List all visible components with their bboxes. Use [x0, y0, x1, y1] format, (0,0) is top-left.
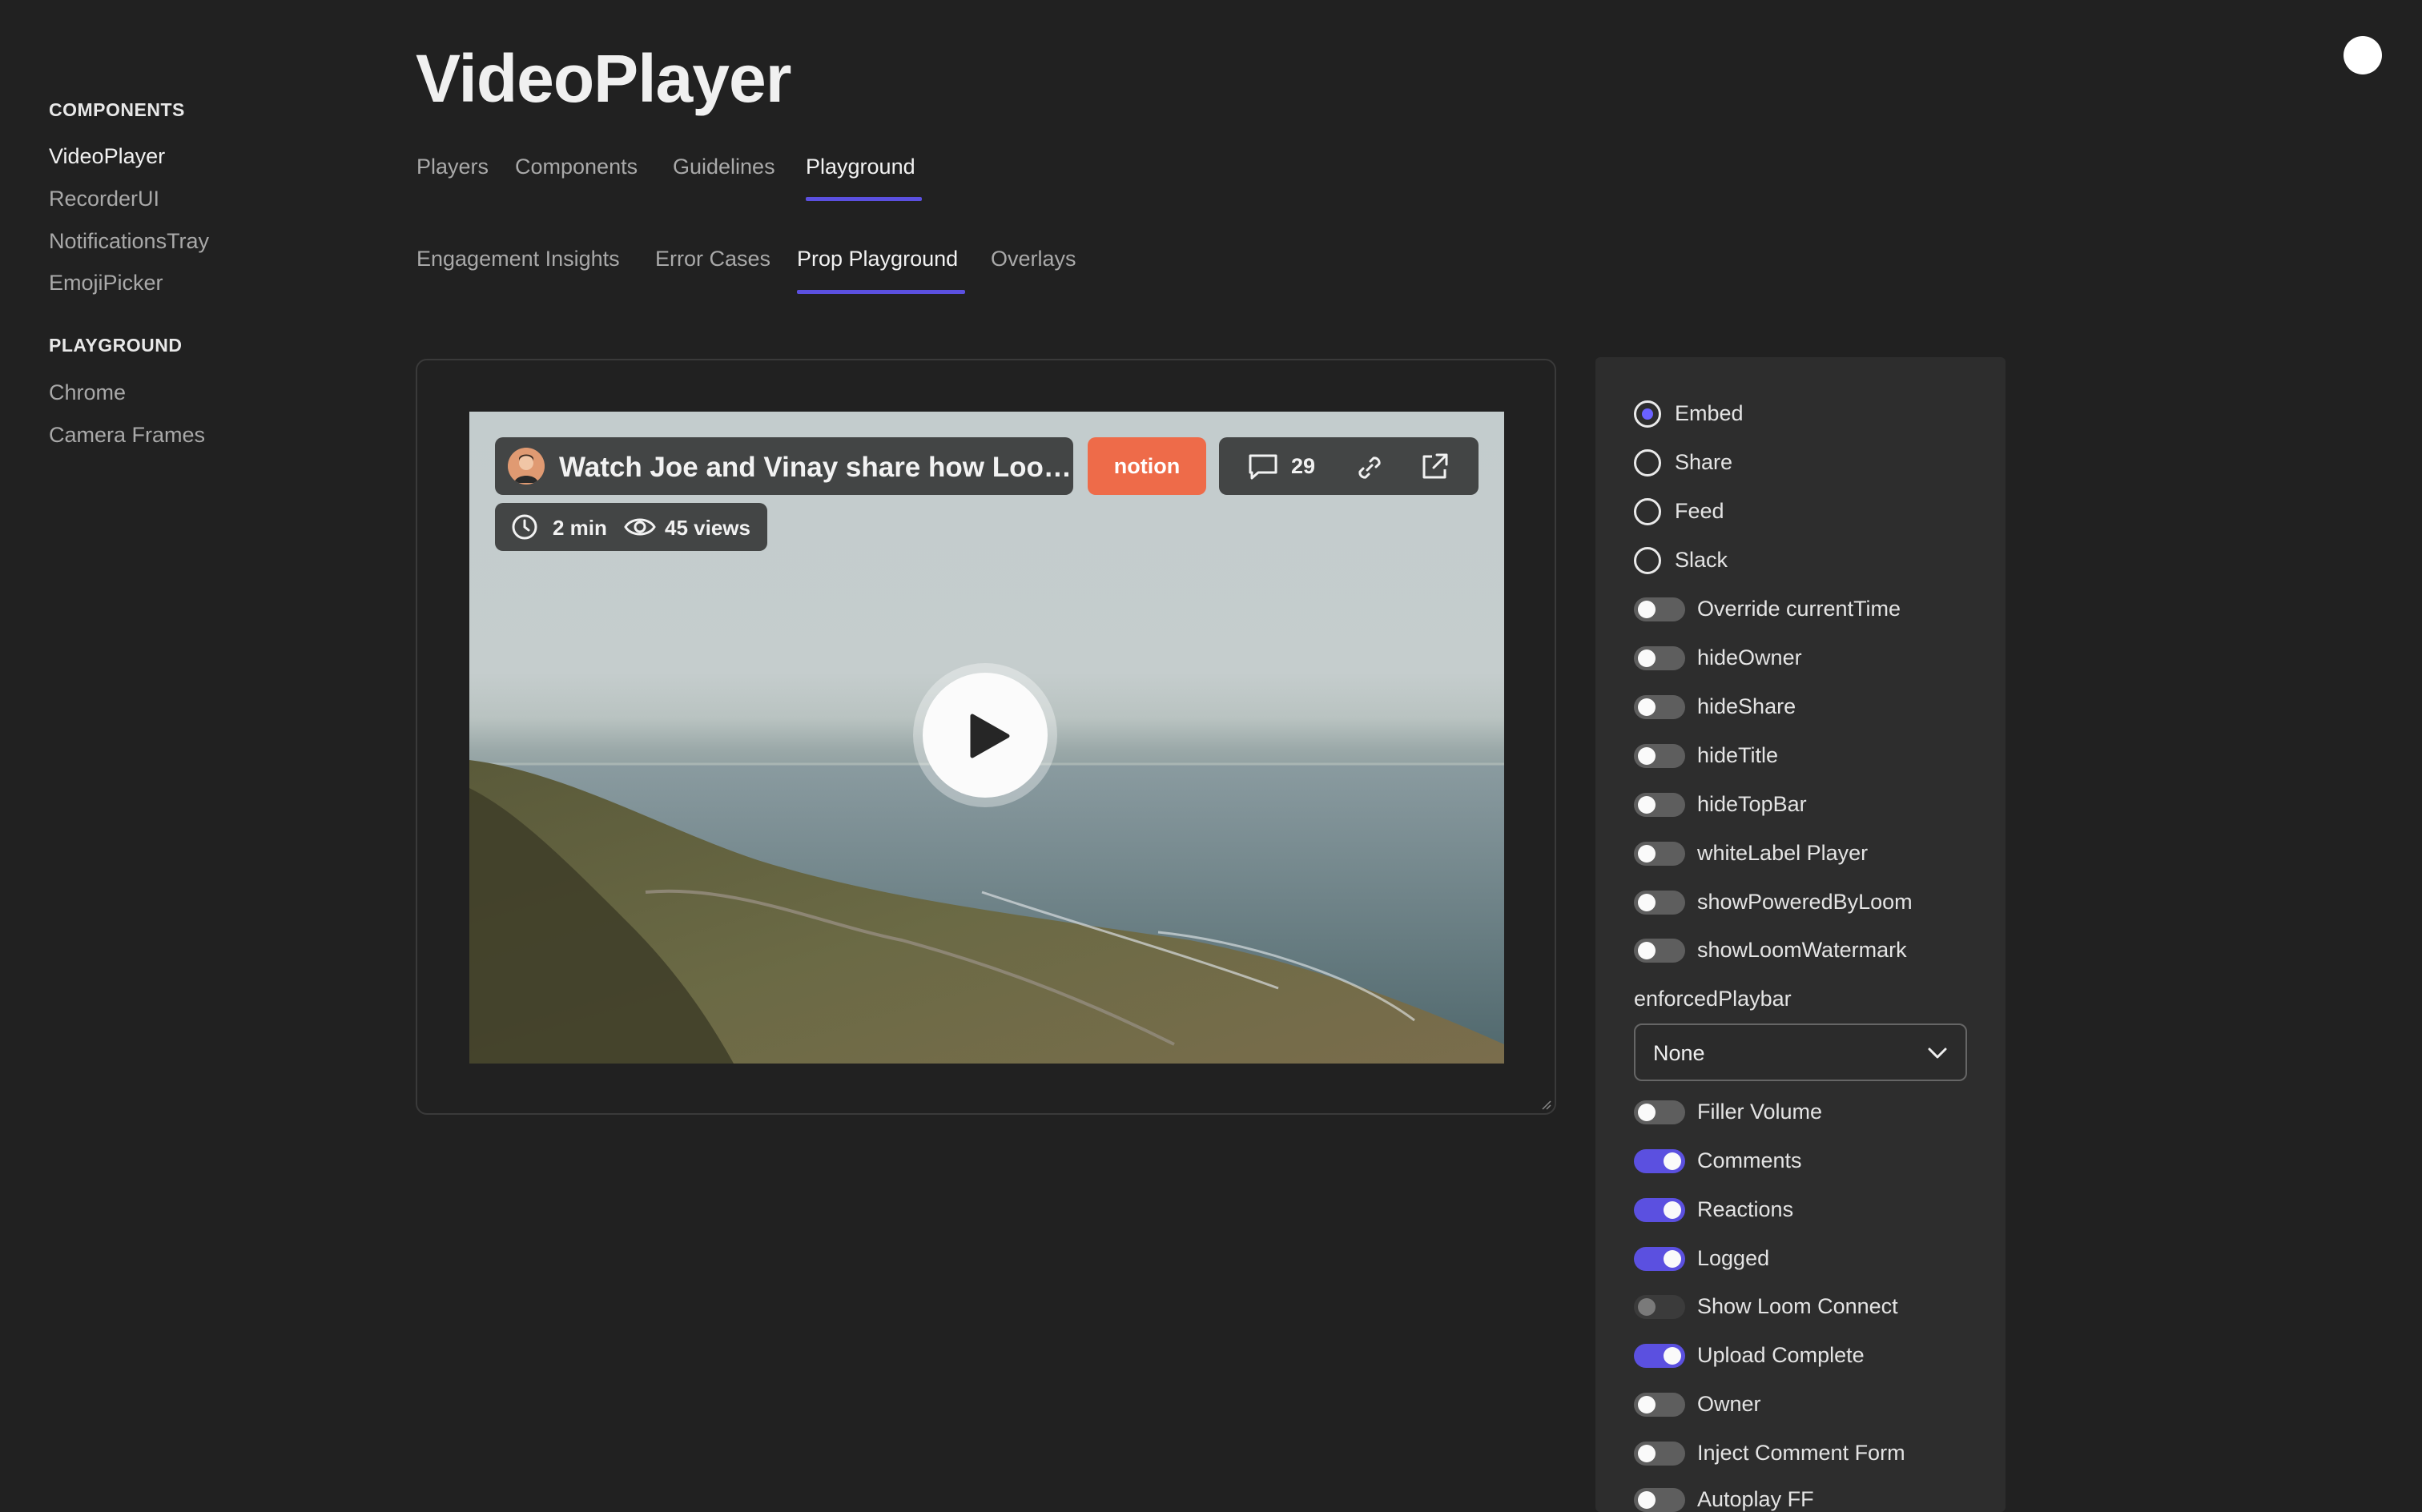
toggle-hidetopbar-label: hideTopBar [1697, 792, 1807, 816]
toggle-upload-complete-label: Upload Complete [1697, 1343, 1865, 1367]
toggle-filler-volume[interactable] [1634, 1100, 1685, 1124]
toggle-showpoweredbyloom-label: showPoweredByLoom [1697, 890, 1913, 914]
video-meta-bar: 2 min 45 views [495, 503, 767, 551]
tab-guidelines[interactable]: Guidelines [673, 155, 775, 179]
sidebar-item-chrome[interactable]: Chrome [49, 380, 126, 405]
radio-share[interactable] [1634, 449, 1661, 477]
play-icon [970, 714, 1010, 758]
enforced-playbar-value: None [1653, 1041, 1705, 1065]
video-actions-bar: 29 [1219, 437, 1479, 495]
radio-feed[interactable] [1634, 498, 1661, 525]
radio-feed-label: Feed [1675, 499, 1724, 523]
sidebar-section-playground: PLAYGROUND [49, 335, 183, 356]
sidebar-item-recorderui[interactable]: RecorderUI [49, 187, 159, 211]
copy-link-icon[interactable] [1355, 453, 1384, 482]
toggle-filler-volume-label: Filler Volume [1697, 1100, 1823, 1124]
toggle-reactions-label: Reactions [1697, 1197, 1794, 1221]
play-button[interactable] [913, 663, 1057, 807]
toggle-hidetopbar[interactable] [1634, 793, 1685, 817]
owner-avatar[interactable] [508, 448, 545, 485]
tab-active-indicator [806, 197, 922, 201]
toggle-logged[interactable] [1634, 1247, 1685, 1271]
video-player[interactable]: Watch Joe and Vinay share how Loo… notio… [469, 412, 1504, 1064]
toggle-reactions[interactable] [1634, 1198, 1685, 1222]
toggle-inject-comment-form[interactable] [1634, 1442, 1685, 1466]
toggle-whitelabel-player-label: whiteLabel Player [1697, 841, 1869, 865]
toggle-owner[interactable] [1634, 1393, 1685, 1417]
toggle-hideshare[interactable] [1634, 695, 1685, 719]
toggle-hidetitle-label: hideTitle [1697, 743, 1779, 767]
resize-handle-icon[interactable] [1540, 1099, 1551, 1110]
user-menu-button[interactable] [2344, 36, 2382, 74]
views-eye-icon [624, 518, 656, 536]
subtab-prop-playground[interactable]: Prop Playground [797, 247, 958, 271]
sidebar-section-components: COMPONENTS [49, 99, 185, 120]
radio-embed[interactable] [1634, 400, 1661, 428]
subtab-error-cases[interactable]: Error Cases [655, 247, 770, 271]
video-duration: 2 min [553, 516, 607, 540]
enforced-playbar-label: enforcedPlaybar [1634, 987, 1792, 1011]
sidebar-item-emojipicker[interactable]: EmojiPicker [49, 271, 163, 296]
props-panel [1595, 357, 2006, 1512]
sidebar-item-camera-frames[interactable]: Camera Frames [49, 423, 205, 448]
tab-playground[interactable]: Playground [806, 155, 915, 179]
open-external-icon[interactable] [1419, 452, 1450, 482]
toggle-showpoweredbyloom[interactable] [1634, 891, 1685, 915]
toggle-upload-complete[interactable] [1634, 1344, 1685, 1368]
subtab-active-indicator [797, 290, 965, 294]
toggle-show-loom-connect[interactable] [1634, 1295, 1685, 1319]
radio-embed-label: Embed [1675, 401, 1744, 425]
radio-share-label: Share [1675, 450, 1733, 474]
toggle-comments[interactable] [1634, 1149, 1685, 1173]
tab-components[interactable]: Components [515, 155, 638, 179]
brand-badge[interactable]: notion [1088, 437, 1206, 495]
toggle-logged-label: Logged [1697, 1246, 1770, 1270]
toggle-hideowner[interactable] [1634, 646, 1685, 670]
comment-count: 29 [1291, 454, 1316, 478]
radio-slack-label: Slack [1675, 548, 1728, 572]
toggle-override-currenttime-label: Override currentTime [1697, 597, 1901, 621]
page-title: VideoPlayer [416, 41, 791, 116]
subtab-engagement-insights[interactable]: Engagement Insights [416, 247, 620, 271]
video-title-bar: Watch Joe and Vinay share how Loo… [495, 437, 1073, 495]
video-title[interactable]: Watch Joe and Vinay share how Loo… [559, 452, 1072, 484]
toggle-showloomwatermark-label: showLoomWatermark [1697, 938, 1907, 962]
toggle-owner-label: Owner [1697, 1392, 1761, 1416]
subtab-overlays[interactable]: Overlays [991, 247, 1076, 271]
clock-icon [512, 514, 537, 540]
toggle-autoplay-ff-label: Autoplay FF [1697, 1487, 1814, 1511]
toggle-hidetitle[interactable] [1634, 744, 1685, 768]
chevron-down-icon [1928, 1048, 1947, 1059]
radio-slack[interactable] [1634, 547, 1661, 574]
toggle-hideshare-label: hideShare [1697, 694, 1796, 718]
toggle-hideowner-label: hideOwner [1697, 645, 1802, 670]
toggle-showloomwatermark[interactable] [1634, 939, 1685, 963]
toggle-inject-comment-form-label: Inject Comment Form [1697, 1441, 1905, 1465]
sidebar-item-notificationstray[interactable]: NotificationsTray [49, 229, 209, 254]
toggle-autoplay-ff[interactable] [1634, 1488, 1685, 1512]
comment-icon[interactable] [1248, 453, 1278, 481]
tab-players[interactable]: Players [416, 155, 489, 179]
view-count: 45 views [665, 516, 750, 540]
toggle-show-loom-connect-label: Show Loom Connect [1697, 1294, 1898, 1318]
toggle-override-currenttime[interactable] [1634, 597, 1685, 621]
enforced-playbar-select[interactable]: None [1634, 1023, 1967, 1081]
toggle-comments-label: Comments [1697, 1148, 1802, 1172]
toggle-whitelabel-player[interactable] [1634, 842, 1685, 866]
sidebar-item-videoplayer[interactable]: VideoPlayer [49, 144, 165, 169]
